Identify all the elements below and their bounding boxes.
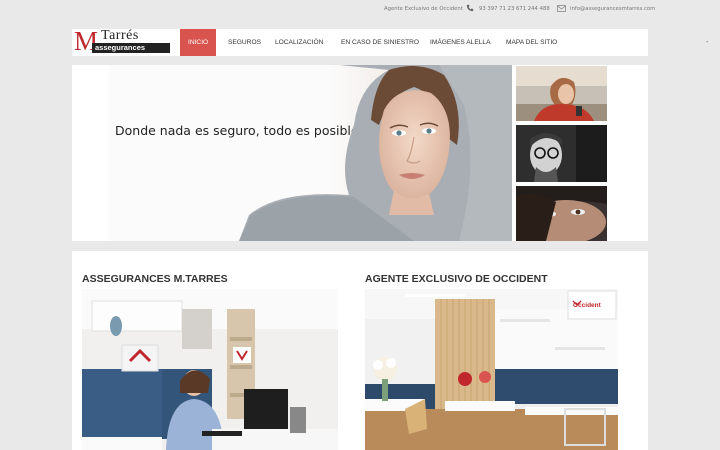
hero-slider[interactable]: Donde nada es seguro, todo es posible — [109, 65, 512, 241]
hero-section: Donde nada es seguro, todo es posible — [72, 65, 648, 241]
nav-item-imagenes-alella[interactable]: IMÁGENES ALELLA — [430, 29, 490, 56]
logo-name: Tarrés — [101, 28, 139, 43]
nav-item-mapa-sitio[interactable]: MAPA DEL SITIO — [506, 29, 557, 56]
email-link[interactable]: info@assegurancesmtarres.com — [570, 6, 655, 12]
phone-number-1[interactable]: 93 397 71 23 — [479, 6, 514, 12]
hero-woman-image — [239, 65, 512, 241]
main-navbar: M Tarrés assegurances INICIO SEGUROS LOC… — [72, 28, 709, 56]
section-title-assegurances: ASSEGURANCES M.TARRES — [82, 273, 228, 285]
phone-number-2[interactable]: 671 244 488 — [516, 6, 550, 12]
site-logo[interactable]: M Tarrés assegurances — [74, 28, 172, 55]
mail-icon — [557, 5, 566, 12]
top-info-bar: Agente Exclusivo de Occident 93 397 71 2… — [0, 0, 720, 18]
nav-extra-dash[interactable]: - — [706, 29, 709, 56]
logo-subtitle: assegurances — [92, 43, 170, 53]
nav-item-siniestro[interactable]: EN CASO DE SINIESTRO — [341, 29, 419, 56]
nav-item-inicio[interactable]: INICIO — [180, 29, 217, 56]
thumb-man-glasses[interactable] — [516, 125, 607, 182]
nav-item-seguros[interactable]: SEGUROS — [228, 29, 261, 56]
section-title-occident: AGENTE EXCLUSIVO DE OCCIDENT — [365, 273, 548, 285]
content-section: ASSEGURANCES M.TARRES AGENTE EXCLUSIVO D… — [72, 251, 648, 450]
thumb-woman-eyes[interactable] — [516, 186, 607, 241]
office-photo-left — [82, 289, 338, 450]
agent-text: Agente Exclusivo de Occident — [384, 6, 463, 12]
thumb-phone-woman[interactable] — [516, 66, 607, 121]
office-photo-right: Occident — [365, 289, 618, 450]
nav-item-localizacion[interactable]: LOCALIZACIÓN — [275, 29, 323, 56]
phone-icon — [466, 4, 474, 12]
